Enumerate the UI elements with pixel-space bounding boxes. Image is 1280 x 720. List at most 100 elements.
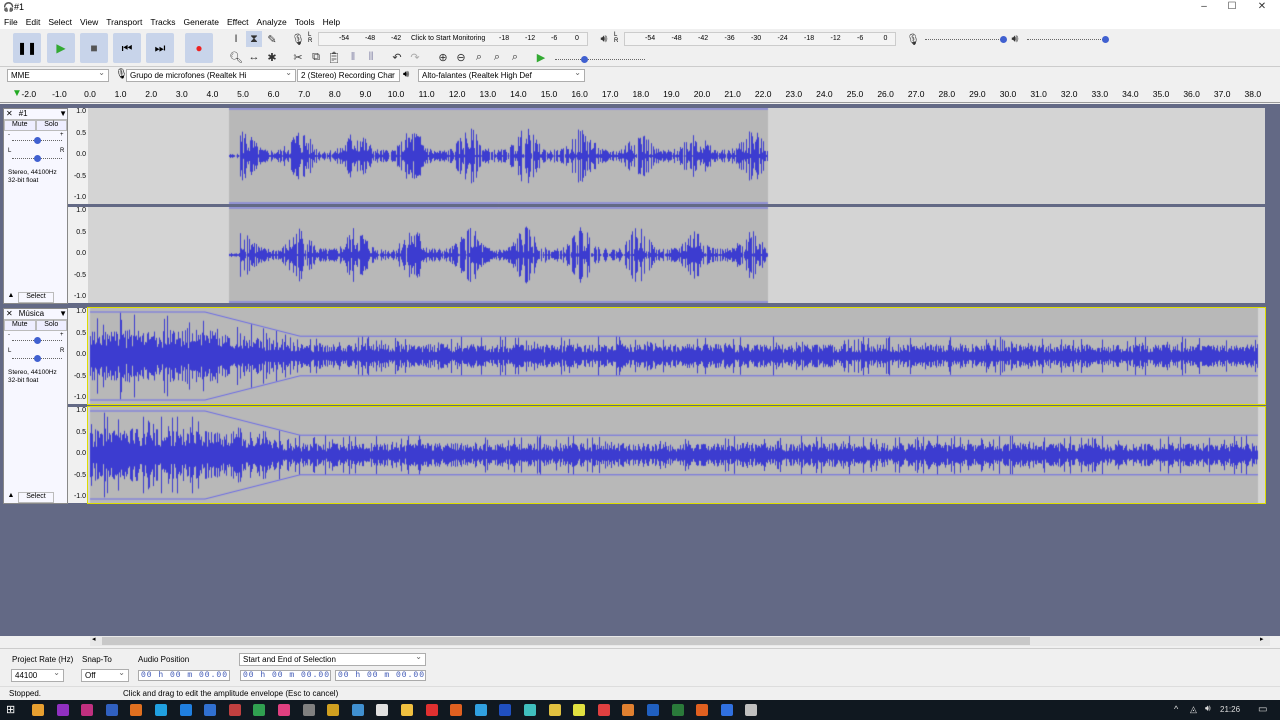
menu-generate[interactable]: Generate (180, 14, 223, 27)
select-track-button[interactable]: Select (18, 292, 54, 303)
tray-chevron-icon[interactable]: ^ (1174, 704, 1178, 714)
waveform[interactable] (88, 308, 1265, 404)
track-menu-icon[interactable]: ▼ (59, 309, 67, 319)
channels-select[interactable]: 2 (Stereo) Recording Char (297, 69, 400, 82)
taskbar-app-icon[interactable] (327, 704, 340, 716)
solo-button[interactable]: Solo (35, 120, 67, 131)
taskbar-app-icon[interactable] (671, 704, 684, 716)
record-button[interactable]: ● (185, 33, 213, 63)
envelope-tool-icon[interactable]: ⧗ (246, 31, 262, 47)
taskbar-app-icon[interactable] (179, 704, 192, 716)
notifications-icon[interactable]: ▭ (1258, 704, 1267, 715)
waveform-channel[interactable] (88, 207, 1265, 303)
selection-mode-select[interactable]: Start and End of Selection (239, 653, 426, 666)
menu-analyze[interactable]: Analyze (253, 14, 291, 27)
waveform-channel[interactable] (88, 108, 1265, 204)
taskbar-app-icon[interactable] (720, 704, 733, 716)
skip-end-button[interactable]: ⏭ (146, 33, 174, 63)
taskbar-app-icon[interactable] (745, 704, 758, 716)
timeline-ruler[interactable]: ▼ -2.0 -1.0 0.0 1.0 2.0 3.0 4.0 5.0 6.0 7.0 8.0 9.0… (0, 85, 1280, 103)
timeshift-tool-icon[interactable]: ↔ (246, 49, 262, 65)
taskbar-app-icon[interactable] (696, 704, 709, 716)
zoom-tool-icon[interactable]: 🔍︎ (228, 49, 244, 65)
taskbar-app-icon[interactable] (425, 704, 438, 716)
output-device-select[interactable]: Alto-falantes (Realtek High Def (418, 69, 585, 82)
collapse-track-icon[interactable]: ▲ (4, 492, 18, 503)
track-name[interactable]: Música (19, 309, 53, 319)
record-meter[interactable]: -54 -48 -42 Click to Start Monitoring -1… (318, 32, 588, 46)
wifi-icon[interactable]: ◬ (1190, 704, 1197, 715)
menu-file[interactable]: File (0, 14, 22, 27)
gain-slider[interactable] (12, 137, 62, 144)
waveform-channel[interactable] (87, 307, 1266, 405)
pause-button[interactable]: ❚❚ (13, 33, 41, 63)
track-name[interactable]: #1 (19, 109, 53, 119)
gain-slider[interactable] (12, 337, 62, 344)
menu-help[interactable]: Help (319, 14, 344, 27)
clock[interactable]: 21:26 (1220, 705, 1240, 714)
waveform[interactable] (88, 407, 1265, 503)
fit-selection-icon[interactable]: ⌕ (471, 49, 487, 65)
taskbar-app-icon[interactable] (302, 704, 315, 716)
cut-icon[interactable]: ✂ (290, 49, 306, 65)
play-speed-slider[interactable] (555, 56, 645, 63)
menu-tracks[interactable]: Tracks (146, 14, 179, 27)
taskbar-app-icon[interactable] (499, 704, 512, 716)
trim-icon[interactable]: ‖ (345, 49, 361, 65)
solo-button[interactable]: Solo (35, 320, 67, 331)
menu-tools[interactable]: Tools (291, 14, 319, 27)
taskbar-app-icon[interactable] (597, 704, 610, 716)
silence-icon[interactable]: ⦀ (363, 49, 379, 65)
multi-tool-icon[interactable]: ✱ (264, 49, 280, 65)
audio-position-field[interactable]: 00 h 00 m 00.00 s (138, 670, 230, 681)
zoom-in-icon[interactable]: ⊕ (435, 49, 451, 65)
waveform[interactable] (88, 108, 1265, 204)
project-rate-select[interactable]: 44100 (11, 669, 64, 682)
skip-start-button[interactable]: ⏮ (113, 33, 141, 63)
redo-icon[interactable]: ↷ (407, 49, 423, 65)
copy-icon[interactable]: ⧉ (308, 49, 324, 65)
audio-host-select[interactable]: MME (7, 69, 109, 82)
start-icon[interactable]: ⊞ (6, 703, 15, 716)
taskbar-app-icon[interactable] (548, 704, 561, 716)
menu-transport[interactable]: Transport (102, 14, 146, 27)
play-at-speed-button[interactable]: ▶ (533, 49, 549, 65)
menu-view[interactable]: View (76, 14, 102, 27)
menu-effect[interactable]: Effect (223, 14, 253, 27)
menu-select[interactable]: Select (44, 14, 76, 27)
recording-volume-slider[interactable] (925, 36, 1007, 43)
paste-icon[interactable]: 📋︎ (326, 49, 342, 65)
taskbar-app-icon[interactable] (401, 704, 413, 716)
taskbar-app-icon[interactable] (56, 704, 69, 716)
close-track-icon[interactable]: ✕ (6, 309, 13, 319)
mute-button[interactable]: Mute (4, 120, 36, 131)
taskbar-app-icon[interactable] (130, 704, 143, 716)
taskbar-app-icon[interactable] (81, 704, 94, 716)
zoom-toggle-icon[interactable]: ⌕ (507, 49, 523, 65)
track-menu-icon[interactable]: ▼ (59, 109, 67, 119)
draw-tool-icon[interactable]: ✎ (264, 31, 280, 47)
horizontal-scrollbar[interactable]: ◂ ▸ (90, 636, 1270, 646)
taskbar-app-icon[interactable] (573, 704, 586, 716)
taskbar-app-icon[interactable] (376, 704, 389, 716)
pan-slider[interactable] (12, 355, 62, 362)
taskbar-app-icon[interactable] (351, 704, 364, 716)
collapse-track-icon[interactable]: ▲ (4, 292, 18, 303)
taskbar-app-icon[interactable] (155, 704, 167, 716)
undo-icon[interactable]: ↶ (389, 49, 405, 65)
zoom-out-icon[interactable]: ⊖ (453, 49, 469, 65)
taskbar-app-icon[interactable] (647, 704, 659, 716)
fit-project-icon[interactable]: ⌕ (489, 49, 505, 65)
taskbar-app-icon[interactable] (622, 704, 635, 716)
stop-button[interactable]: ■ (80, 33, 108, 63)
taskbar-app-icon[interactable] (253, 704, 266, 716)
playback-volume-slider[interactable] (1027, 36, 1109, 43)
taskbar-app-icon[interactable] (32, 704, 44, 716)
waveform-channel[interactable] (87, 406, 1266, 504)
input-device-select[interactable]: Grupo de microfones (Realtek Hi (126, 69, 296, 82)
volume-icon[interactable]: 🔊︎ (1205, 703, 1211, 714)
taskbar-app-icon[interactable] (204, 704, 217, 716)
taskbar-app-icon[interactable] (524, 704, 536, 716)
close-track-icon[interactable]: ✕ (6, 109, 13, 119)
maximize-button[interactable]: ☐ (1218, 0, 1246, 14)
